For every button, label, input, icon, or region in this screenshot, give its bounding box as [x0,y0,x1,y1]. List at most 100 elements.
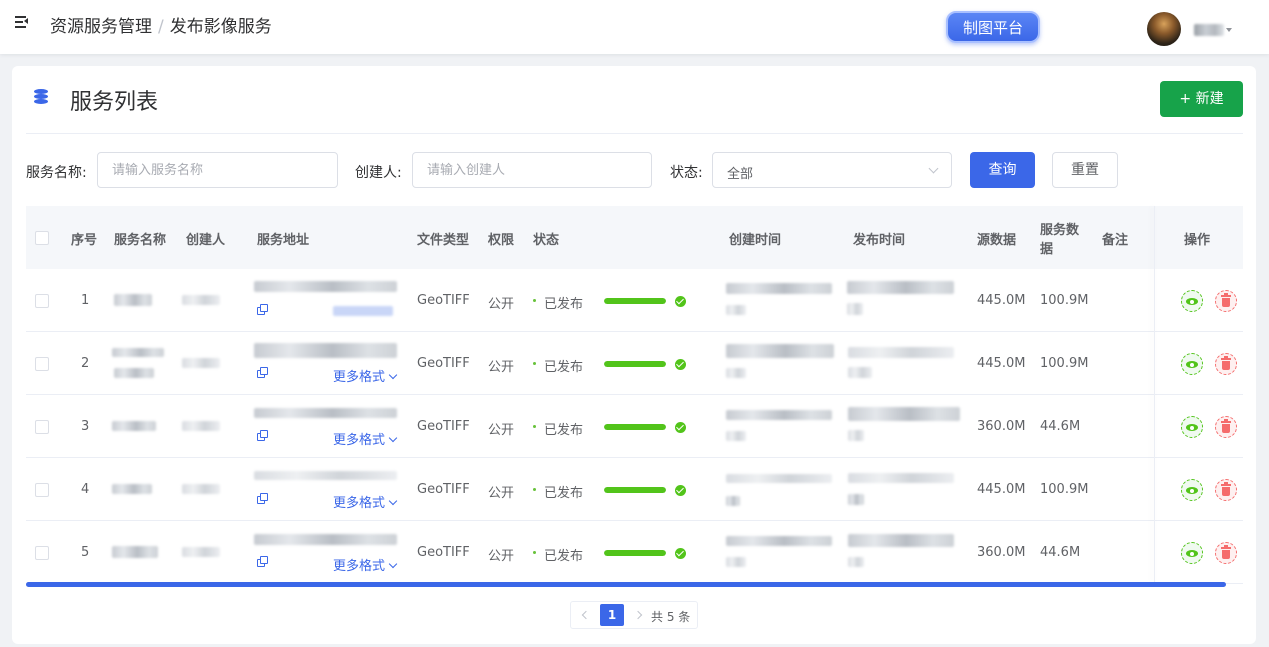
created-time-blurred [726,496,740,506]
table-row[interactable]: 2 更多格式 GeoTIFF 公开 已发布 445.0M 100.9M [26,332,1243,395]
creator-blurred [182,421,220,431]
view-button[interactable] [1181,542,1203,564]
avatar[interactable] [1147,12,1181,46]
permission: 公开 [488,549,515,564]
row-index: 3 [81,419,90,434]
view-button[interactable] [1181,290,1203,312]
trash-icon-body [1222,550,1230,559]
eye-icon [1186,487,1198,494]
copy-icon[interactable] [257,493,268,504]
service-name-input[interactable] [97,152,338,188]
table-row[interactable]: 5 更多格式 GeoTIFF 公开 已发布 360.0M 44.6M [26,521,1243,584]
source-data-size: 360.0M [977,545,1026,560]
publish-progress-fill [604,550,666,556]
chevron-right-icon[interactable] [633,610,643,620]
table-row[interactable]: 4 更多格式 GeoTIFF 公开 已发布 445.0M 100.9M [26,458,1243,521]
column-creator: 创建人 [186,233,226,248]
breadcrumb-item-resource-service[interactable]: 资源服务管理 [50,17,152,37]
view-button[interactable] [1181,479,1203,501]
service-data-size: 100.9M [1040,356,1089,371]
row-checkbox[interactable] [35,294,49,308]
select-all-checkbox[interactable] [35,231,49,245]
user-name-blurred[interactable] [1194,24,1224,36]
more-formats-dropdown[interactable]: 更多格式 [333,555,398,574]
publish-progress-fill [604,424,666,430]
status-label: 状态: [670,165,703,181]
column-actions: 操作 [1184,233,1211,248]
reset-button[interactable]: 重置 [1052,152,1118,188]
status-select[interactable]: 全部 [712,152,952,188]
table-header: 序号 服务名称 创建人 服务地址 文件类型 权限 状态 创建时间 发布时间 源数… [26,206,1243,269]
column-remark: 备注 [1102,233,1129,248]
divider [26,133,1243,134]
permission: 公开 [488,486,515,501]
delete-button[interactable] [1215,353,1237,375]
delete-button[interactable] [1215,416,1237,438]
service-name-blurred [112,348,164,357]
delete-button[interactable] [1215,542,1237,564]
trash-icon-body [1222,298,1230,307]
copy-icon[interactable] [257,430,268,441]
menu-fold-icon[interactable] [14,14,30,30]
published-time-blurred [848,494,864,505]
table-row[interactable]: 3 更多格式 GeoTIFF 公开 已发布 360.0M 44.6M [26,395,1243,458]
view-button[interactable] [1181,353,1203,375]
creator-input[interactable] [412,152,652,188]
copy-icon[interactable] [257,367,268,378]
chevron-left-icon[interactable] [581,610,591,620]
new-button[interactable]: + 新建 [1160,81,1243,117]
more-formats-dropdown[interactable]: 更多格式 [333,366,398,385]
service-name-blurred [114,368,154,378]
status-text: 已发布 [544,360,584,375]
query-button[interactable]: 查询 [970,152,1035,188]
trash-icon-body [1222,487,1230,496]
table-row[interactable]: 1 GeoTIFF 公开 已发布 445.0M 100.9M [26,269,1243,332]
status-dot [533,425,536,428]
caret-down-icon[interactable] [1226,28,1232,32]
published-time-blurred [848,347,954,358]
copy-icon[interactable] [257,556,268,567]
more-formats-blurred[interactable] [333,306,393,316]
row-checkbox[interactable] [35,483,49,497]
service-list-card: 服务列表 + 新建 服务名称: 创建人: 状态: 全部 查询 重置 序号 服务名… [12,66,1256,644]
trash-icon [1221,419,1231,423]
created-time-blurred [726,410,832,420]
more-formats-label: 更多格式 [333,496,386,511]
breadcrumb-item-publish-image-service: 发布影像服务 [169,17,272,37]
view-button[interactable] [1181,416,1203,438]
copy-icon[interactable] [257,304,268,315]
row-checkbox[interactable] [35,546,49,560]
trash-icon [1221,482,1231,486]
column-created-time: 创建时间 [729,233,782,248]
chevron-down-icon [388,559,398,569]
horizontal-scrollbar[interactable] [26,582,1226,587]
delete-button[interactable] [1215,290,1237,312]
column-index: 序号 [71,233,98,248]
total-count: 共 5 条 [651,610,691,624]
eye-icon [1186,550,1198,557]
permission: 公开 [488,423,515,438]
publish-progress [604,424,666,430]
more-formats-label: 更多格式 [333,559,386,574]
permission: 公开 [488,360,515,375]
delete-button[interactable] [1215,479,1237,501]
file-type: GeoTIFF [417,293,470,308]
row-checkbox[interactable] [35,420,49,434]
more-formats-dropdown[interactable]: 更多格式 [333,492,398,511]
page-number-current[interactable]: 1 [600,604,624,626]
created-time-blurred [726,474,832,483]
service-name-blurred [112,484,152,494]
check-circle-icon [675,422,686,433]
published-time-blurred [848,430,864,441]
created-time-blurred [726,431,746,441]
publish-progress-fill [604,361,666,367]
more-formats-dropdown[interactable]: 更多格式 [333,429,398,448]
column-published-time: 发布时间 [853,233,906,248]
row-checkbox[interactable] [35,357,49,371]
row-index: 5 [81,545,90,560]
more-formats-label: 更多格式 [333,433,386,448]
map-platform-button[interactable]: 制图平台 [946,11,1040,43]
published-time-blurred [848,534,954,547]
column-file-type: 文件类型 [417,233,470,248]
database-icon [34,89,48,105]
